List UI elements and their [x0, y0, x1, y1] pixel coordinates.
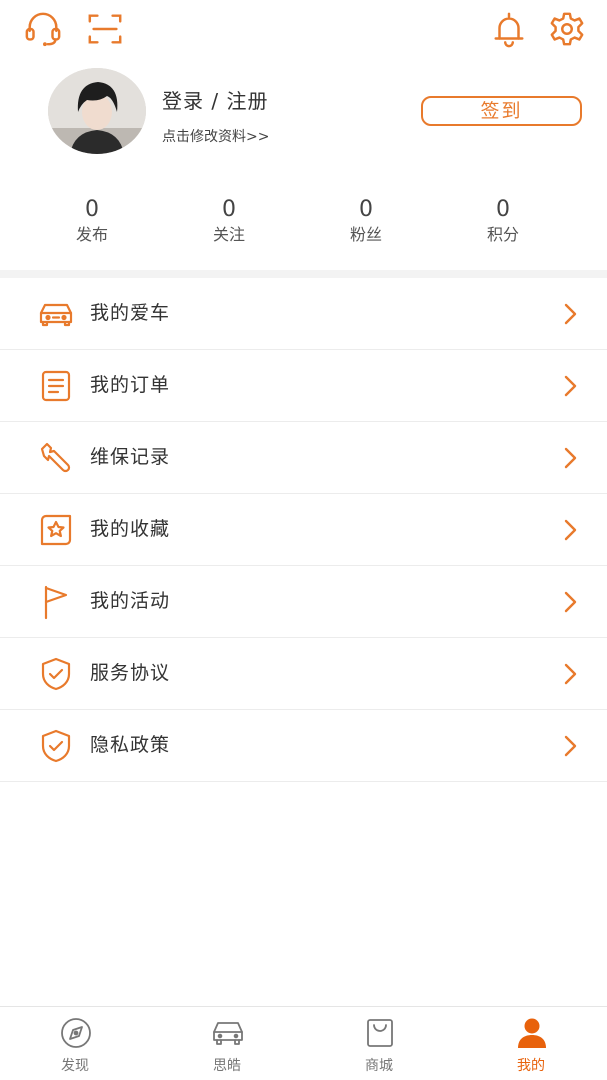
bottom-tab-bar: 发现 思皓 商城 我的	[0, 1006, 607, 1080]
tab-label: 我的	[517, 1058, 545, 1074]
bell-icon[interactable]	[490, 10, 528, 48]
favorite-star-icon	[38, 512, 74, 548]
menu-item-label: 我的订单	[90, 374, 171, 396]
top-bar	[0, 0, 607, 56]
stat-followers-label: 粉丝	[349, 225, 382, 244]
menu-item-my-orders[interactable]: 我的订单	[0, 350, 607, 422]
stats-row: 0 发布 0 关注 0 粉丝 0 积分	[0, 196, 607, 256]
avatar[interactable]	[48, 68, 146, 154]
stat-posts-value: 0	[85, 197, 99, 222]
tab-label: 商城	[365, 1058, 393, 1074]
menu-item-label: 隐私政策	[90, 734, 171, 756]
stat-followers[interactable]: 0 粉丝	[316, 196, 416, 246]
chevron-right-icon	[560, 590, 580, 614]
menu-item-label: 我的活动	[90, 590, 171, 612]
order-list-icon	[38, 368, 74, 404]
menu-item-label: 我的爱车	[90, 302, 171, 324]
chevron-right-icon	[560, 302, 580, 326]
chevron-right-icon	[560, 374, 580, 398]
menu-item-label: 服务协议	[90, 662, 171, 684]
shield-check-icon	[38, 728, 74, 764]
menu-item-privacy-policy[interactable]: 隐私政策	[0, 710, 607, 782]
shield-check-icon	[38, 656, 74, 692]
stat-points-value: 0	[496, 197, 510, 222]
menu-item-service-agreement[interactable]: 服务协议	[0, 638, 607, 710]
stat-posts[interactable]: 0 发布	[42, 196, 142, 246]
tab-sihao[interactable]: 思皓	[177, 1007, 277, 1080]
menu-item-my-activities[interactable]: 我的活动	[0, 566, 607, 638]
compass-icon	[59, 1017, 93, 1049]
scan-icon[interactable]	[86, 10, 124, 48]
wrench-icon	[38, 440, 74, 476]
menu-list: 我的爱车 我的订单 维保记录 我的收藏 我的活动 服务协议 隐私政策	[0, 278, 607, 782]
car-front-icon	[211, 1017, 245, 1049]
tab-label: 思皓	[213, 1058, 241, 1074]
stat-following-value: 0	[222, 197, 236, 222]
menu-item-favorites[interactable]: 我的收藏	[0, 494, 607, 566]
car-icon	[38, 296, 74, 332]
stat-posts-label: 发布	[75, 225, 108, 244]
chevron-right-icon	[560, 734, 580, 758]
profile-section: 登录 / 注册 点击修改资料>> 签到	[0, 60, 607, 170]
edit-profile-link[interactable]: 点击修改资料>>	[162, 126, 269, 146]
menu-item-maintenance-records[interactable]: 维保记录	[0, 422, 607, 494]
tab-discover[interactable]: 发现	[25, 1007, 125, 1080]
menu-item-label: 我的收藏	[90, 518, 171, 540]
headset-icon[interactable]	[24, 10, 62, 48]
stat-points[interactable]: 0 积分	[453, 196, 553, 246]
gear-icon[interactable]	[548, 10, 586, 48]
flag-icon	[38, 584, 74, 620]
section-divider	[0, 270, 607, 278]
chevron-right-icon	[560, 518, 580, 542]
chevron-right-icon	[560, 446, 580, 470]
stat-points-label: 积分	[486, 225, 519, 244]
stat-following[interactable]: 0 关注	[179, 196, 279, 246]
stat-following-label: 关注	[212, 225, 245, 244]
stat-followers-value: 0	[359, 197, 373, 222]
checkin-button[interactable]: 签到	[421, 96, 582, 126]
tab-mine[interactable]: 我的	[481, 1007, 581, 1080]
tab-label: 发现	[61, 1058, 89, 1074]
menu-item-label: 维保记录	[90, 446, 171, 468]
tab-mall[interactable]: 商城	[329, 1007, 429, 1080]
chevron-right-icon	[560, 662, 580, 686]
shopping-bag-icon	[363, 1017, 397, 1049]
person-icon	[515, 1017, 549, 1049]
menu-item-my-car[interactable]: 我的爱车	[0, 278, 607, 350]
login-register-title[interactable]: 登录 / 注册	[162, 85, 268, 114]
